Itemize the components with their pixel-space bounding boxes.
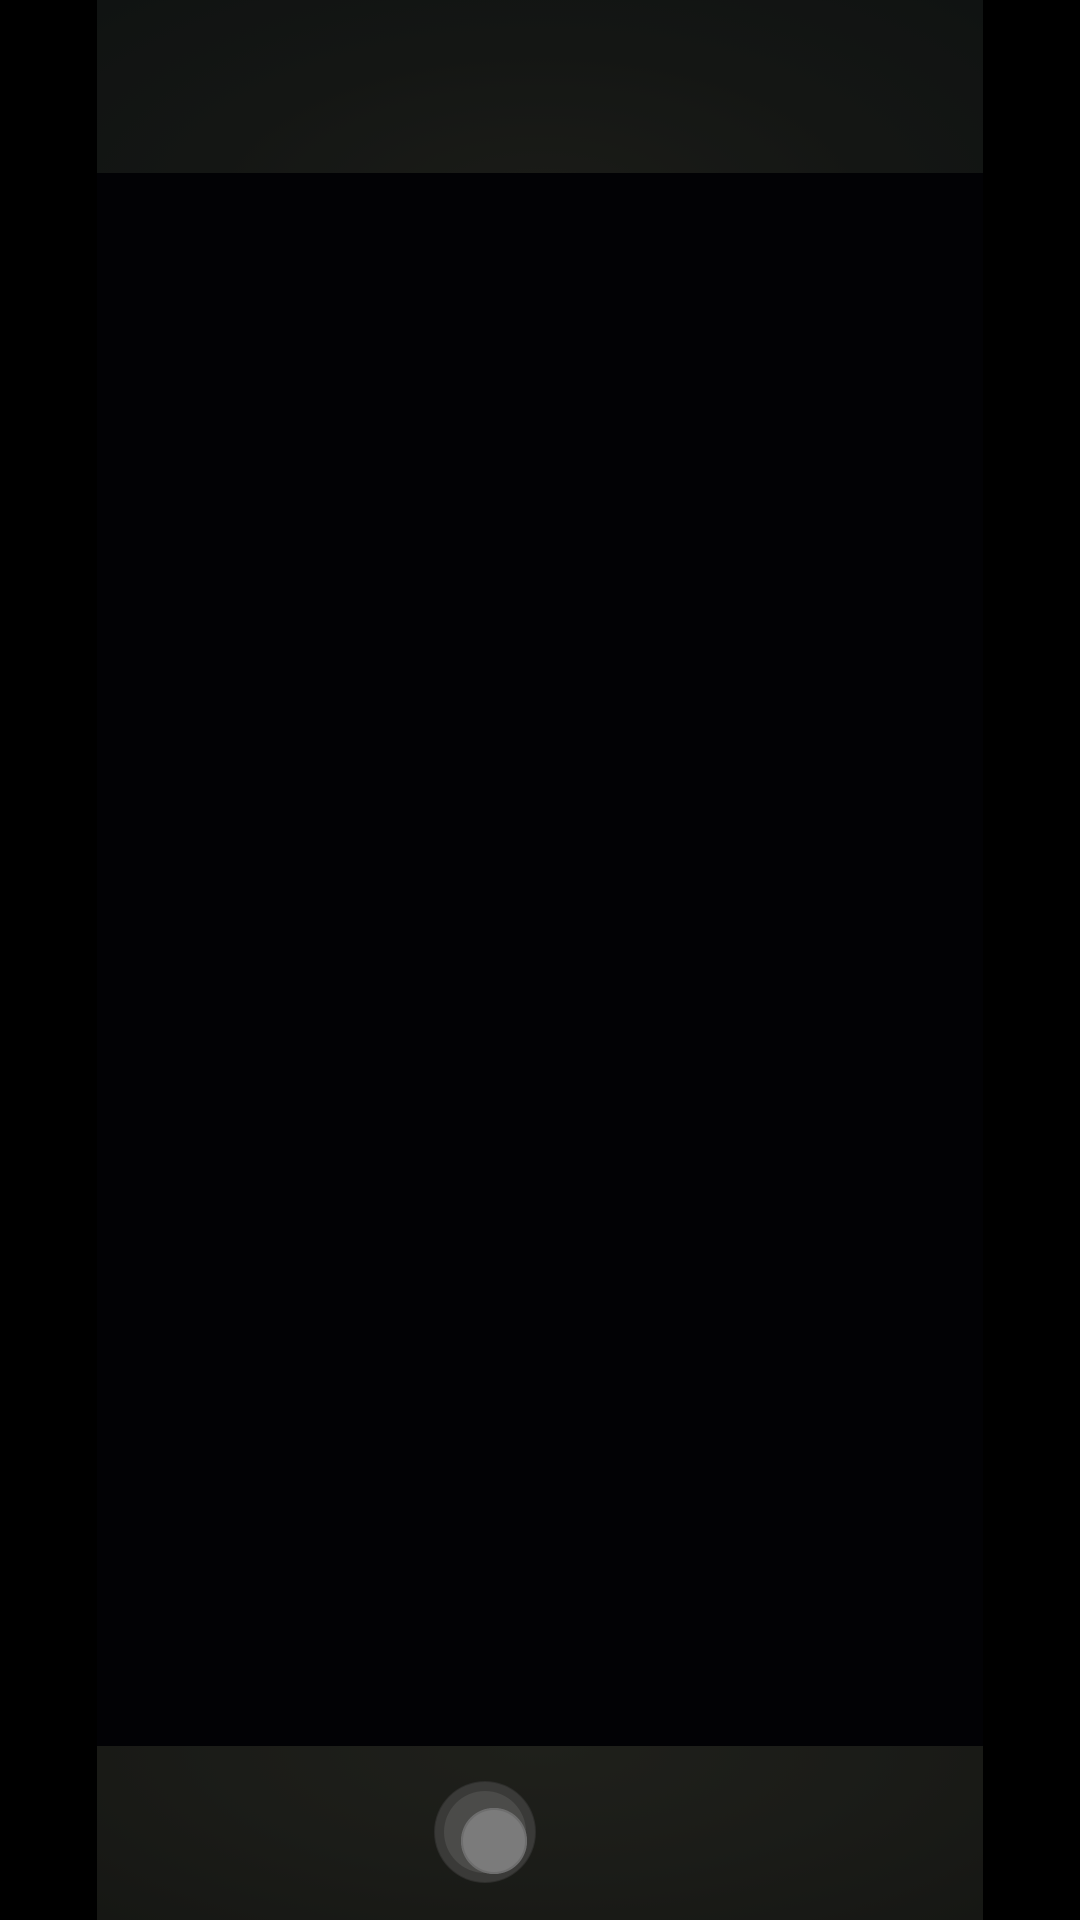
bottom-control-bar — [97, 1746, 983, 1920]
shutter-button[interactable] — [435, 1782, 535, 1882]
top-control-bar — [97, 0, 983, 173]
shutter-ring — [444, 1791, 527, 1874]
shutter-button-icon — [461, 1808, 527, 1874]
camera-viewfinder[interactable] — [97, 173, 983, 1746]
camera-screen — [97, 0, 983, 1920]
